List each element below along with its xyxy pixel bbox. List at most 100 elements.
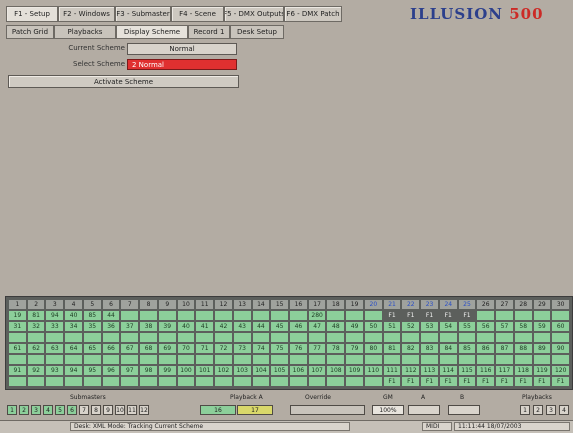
channel-cell[interactable]	[514, 355, 532, 364]
submaster-button[interactable]: 9	[103, 405, 113, 415]
channel-cell[interactable]	[496, 311, 513, 320]
channel-cell[interactable]	[421, 333, 438, 342]
channel-cell[interactable]	[402, 333, 420, 342]
submaster-button[interactable]: 10	[115, 405, 125, 415]
channel-cell[interactable]: 37	[121, 322, 139, 331]
channel-cell[interactable]	[102, 377, 120, 386]
channel-cell[interactable]: 56	[477, 322, 495, 331]
channel-cell[interactable]: 88	[514, 344, 532, 353]
channel-cell[interactable]: 42	[215, 322, 232, 331]
channel-cell[interactable]: 90	[552, 344, 570, 353]
channel-cell[interactable]	[215, 333, 232, 342]
channel-cell[interactable]	[102, 333, 120, 342]
channel-cell[interactable]: 55	[458, 322, 476, 331]
channel-cell[interactable]: 65	[83, 344, 101, 353]
channel-cell[interactable]	[83, 355, 101, 364]
submaster-button[interactable]: 3	[31, 405, 41, 415]
channel-cell[interactable]	[458, 333, 476, 342]
channel-cell[interactable]	[196, 333, 214, 342]
channel-cell[interactable]: 34	[65, 322, 82, 331]
submaster-button[interactable]: 4	[43, 405, 53, 415]
channel-cell[interactable]	[158, 355, 176, 364]
channel-cell[interactable]	[46, 377, 64, 386]
channel-cell[interactable]: 115	[458, 366, 476, 375]
channel-cell[interactable]: 114	[439, 366, 457, 375]
channel-cell[interactable]: 71	[196, 344, 214, 353]
channel-cell[interactable]: 39	[158, 322, 176, 331]
channel-cell[interactable]	[533, 311, 551, 320]
subtab-patch-grid[interactable]: Patch Grid	[6, 25, 54, 39]
channel-cell[interactable]: F1	[552, 377, 570, 386]
channel-cell[interactable]: 47	[308, 322, 326, 331]
channel-cell[interactable]: 113	[421, 366, 438, 375]
channel-cell[interactable]	[458, 355, 476, 364]
channel-cell[interactable]: F1	[402, 377, 420, 386]
channel-cell[interactable]: F1	[477, 377, 495, 386]
channel-cell[interactable]	[364, 311, 382, 320]
playback-button[interactable]: 2	[533, 405, 543, 415]
channel-cell[interactable]: 86	[477, 344, 495, 353]
channel-cell[interactable]: 94	[65, 366, 82, 375]
channel-cell[interactable]: 108	[327, 366, 345, 375]
channel-cell[interactable]: 97	[121, 366, 139, 375]
subtab-record[interactable]: Record 1	[188, 25, 230, 39]
channel-cell[interactable]: 49	[346, 322, 363, 331]
channel-cell[interactable]	[252, 355, 270, 364]
channel-cell[interactable]: 95	[83, 366, 101, 375]
channel-cell[interactable]: 103	[233, 366, 251, 375]
channel-cell[interactable]	[158, 377, 176, 386]
channel-cell[interactable]	[439, 355, 457, 364]
channel-cell[interactable]: 46	[290, 322, 307, 331]
channel-cell[interactable]	[496, 355, 513, 364]
channel-cell[interactable]: 106	[290, 366, 307, 375]
channel-cell[interactable]	[346, 333, 363, 342]
channel-cell[interactable]	[46, 333, 64, 342]
channel-cell[interactable]	[158, 311, 176, 320]
channel-cell[interactable]	[177, 355, 195, 364]
channel-cell[interactable]	[121, 377, 139, 386]
channel-cell[interactable]: 118	[514, 366, 532, 375]
channel-cell[interactable]: 40	[65, 311, 82, 320]
channel-cell[interactable]	[514, 311, 532, 320]
channel-cell[interactable]	[196, 355, 214, 364]
channel-cell[interactable]	[271, 377, 289, 386]
channel-cell[interactable]	[346, 311, 363, 320]
channel-cell[interactable]: 119	[533, 366, 551, 375]
channel-cell[interactable]	[233, 355, 251, 364]
channel-cell[interactable]	[290, 333, 307, 342]
channel-cell[interactable]: 82	[402, 344, 420, 353]
channel-cell[interactable]: 78	[327, 344, 345, 353]
channel-cell[interactable]: 19	[9, 311, 26, 320]
channel-cell[interactable]	[196, 377, 214, 386]
channel-cell[interactable]: 109	[346, 366, 363, 375]
channel-cell[interactable]: 102	[215, 366, 232, 375]
channel-cell[interactable]: 44	[252, 322, 270, 331]
channel-cell[interactable]: 52	[402, 322, 420, 331]
channel-cell[interactable]: 58	[514, 322, 532, 331]
channel-cell[interactable]: 80	[364, 344, 382, 353]
channel-cell[interactable]	[308, 355, 326, 364]
channel-cell[interactable]	[533, 355, 551, 364]
channel-cell[interactable]	[83, 333, 101, 342]
channel-cell[interactable]: 32	[27, 322, 45, 331]
tab-dmx-patch[interactable]: F6 - DMX Patch	[284, 6, 342, 22]
channel-cell[interactable]: F1	[421, 377, 438, 386]
channel-cell[interactable]	[140, 333, 157, 342]
channel-cell[interactable]: F1	[496, 377, 513, 386]
channel-cell[interactable]	[140, 311, 157, 320]
submaster-button[interactable]: 11	[127, 405, 137, 415]
channel-cell[interactable]: 116	[477, 366, 495, 375]
channel-cell[interactable]	[9, 377, 26, 386]
channel-cell[interactable]	[65, 377, 82, 386]
channel-cell[interactable]	[364, 333, 382, 342]
channel-cell[interactable]	[83, 377, 101, 386]
channel-cell[interactable]	[327, 311, 345, 320]
channel-cell[interactable]: 31	[9, 322, 26, 331]
channel-cell[interactable]	[27, 333, 45, 342]
channel-cell[interactable]	[290, 355, 307, 364]
channel-cell[interactable]: F1	[384, 311, 401, 320]
channel-cell[interactable]: 111	[383, 366, 401, 375]
channel-cell[interactable]: 92	[27, 366, 45, 375]
channel-cell[interactable]: F1	[533, 377, 551, 386]
channel-cell[interactable]: 112	[402, 366, 420, 375]
